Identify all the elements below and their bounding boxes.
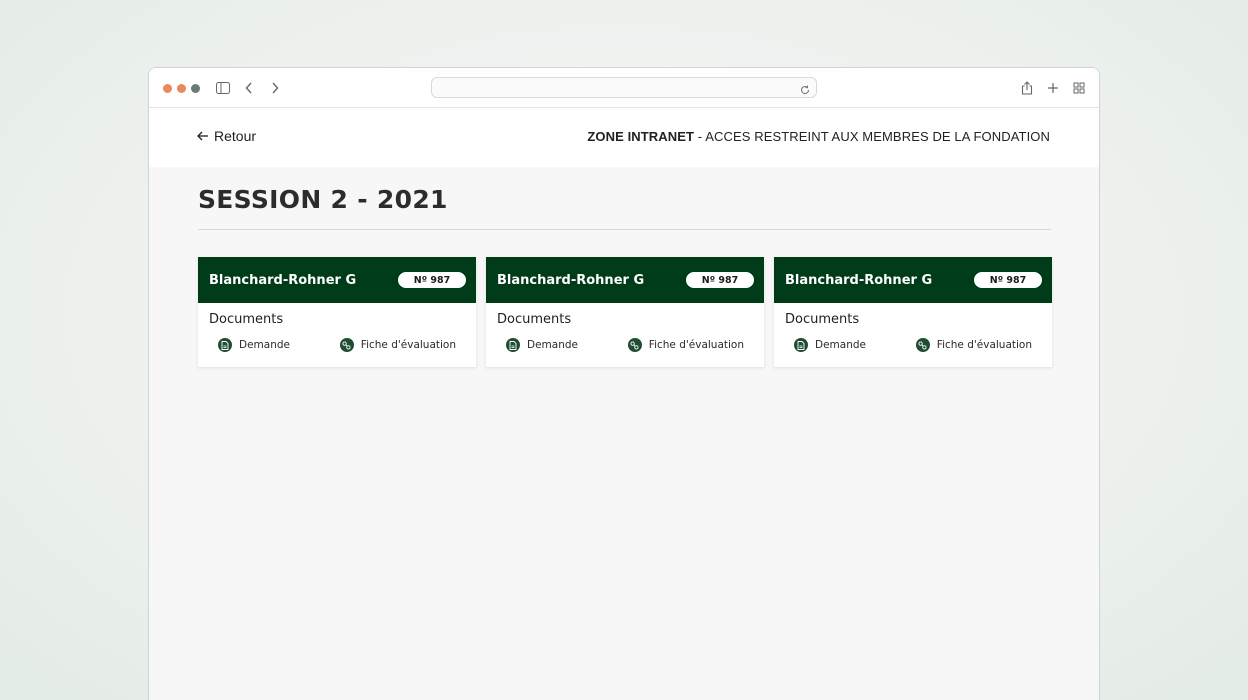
document-icon: [794, 338, 808, 352]
evaluation-icon: [627, 338, 642, 352]
documents-label: Documents: [497, 312, 572, 327]
browser-window: Retour ZONE INTRANET - ACCES RESTREINT A…: [148, 67, 1100, 700]
card-name: Blanchard-Rohner G: [785, 272, 933, 288]
card-header: Blanchard-Rohner G Nº 987: [198, 257, 476, 303]
reload-icon[interactable]: [799, 81, 811, 100]
sidebar-toggle-icon[interactable]: [215, 80, 231, 96]
back-link[interactable]: Retour: [197, 128, 256, 144]
browser-toolbar: [149, 68, 1099, 108]
zone-banner: ZONE INTRANET - ACCES RESTREINT AUX MEMB…: [587, 129, 1050, 144]
card-name: Blanchard-Rohner G: [209, 272, 357, 288]
demande-link[interactable]: Demande: [218, 338, 290, 352]
card-name: Blanchard-Rohner G: [497, 272, 645, 288]
forward-chevron-icon[interactable]: [267, 80, 283, 96]
card-header: Blanchard-Rohner G Nº 987: [774, 257, 1052, 303]
main-content: SESSION 2 - 2021 Blanchard-Rohner G Nº 9…: [149, 167, 1099, 700]
demande-link[interactable]: Demande: [506, 338, 578, 352]
site-header: Retour ZONE INTRANET - ACCES RESTREINT A…: [149, 108, 1099, 167]
fiche-evaluation-link[interactable]: Fiche d'évaluation: [339, 338, 456, 352]
close-window-dot[interactable]: [163, 84, 172, 93]
demande-label: Demande: [239, 339, 290, 351]
fiche-evaluation-label: Fiche d'évaluation: [360, 339, 456, 351]
documents-label: Documents: [209, 312, 284, 327]
card-list: Blanchard-Rohner G Nº 987 Documents Dema…: [198, 257, 1052, 367]
zone-subtitle: - ACCES RESTREINT AUX MEMBRES DE LA FOND…: [694, 129, 1050, 144]
fiche-evaluation-label: Fiche d'évaluation: [648, 339, 744, 351]
documents-label: Documents: [785, 312, 860, 327]
card-header: Blanchard-Rohner G Nº 987: [486, 257, 764, 303]
project-card: Blanchard-Rohner G Nº 987 Documents Dema…: [198, 257, 476, 367]
arrow-left-icon: [197, 128, 209, 144]
project-card: Blanchard-Rohner G Nº 987 Documents Dema…: [486, 257, 764, 367]
back-label: Retour: [214, 128, 257, 144]
tab-overview-icon[interactable]: [1071, 80, 1087, 96]
number-badge: Nº 987: [974, 272, 1042, 288]
document-icon: [506, 338, 520, 352]
maximize-window-dot[interactable]: [191, 84, 200, 93]
zone-title: ZONE INTRANET: [587, 129, 695, 144]
demande-label: Demande: [527, 339, 578, 351]
share-icon[interactable]: [1019, 80, 1035, 96]
evaluation-icon: [339, 338, 354, 352]
page-title: SESSION 2 - 2021: [198, 185, 448, 214]
new-tab-icon[interactable]: [1045, 80, 1061, 96]
fiche-evaluation-label: Fiche d'évaluation: [936, 339, 1032, 351]
back-chevron-icon[interactable]: [241, 80, 257, 96]
address-bar[interactable]: [431, 77, 817, 98]
document-icon: [218, 338, 232, 352]
fiche-evaluation-link[interactable]: Fiche d'évaluation: [627, 338, 744, 352]
number-badge: Nº 987: [686, 272, 754, 288]
demande-label: Demande: [815, 339, 866, 351]
evaluation-icon: [915, 338, 930, 352]
number-badge: Nº 987: [398, 272, 466, 288]
minimize-window-dot[interactable]: [177, 84, 186, 93]
title-divider: [198, 229, 1051, 230]
demande-link[interactable]: Demande: [794, 338, 866, 352]
project-card: Blanchard-Rohner G Nº 987 Documents Dema…: [774, 257, 1052, 367]
fiche-evaluation-link[interactable]: Fiche d'évaluation: [915, 338, 1032, 352]
